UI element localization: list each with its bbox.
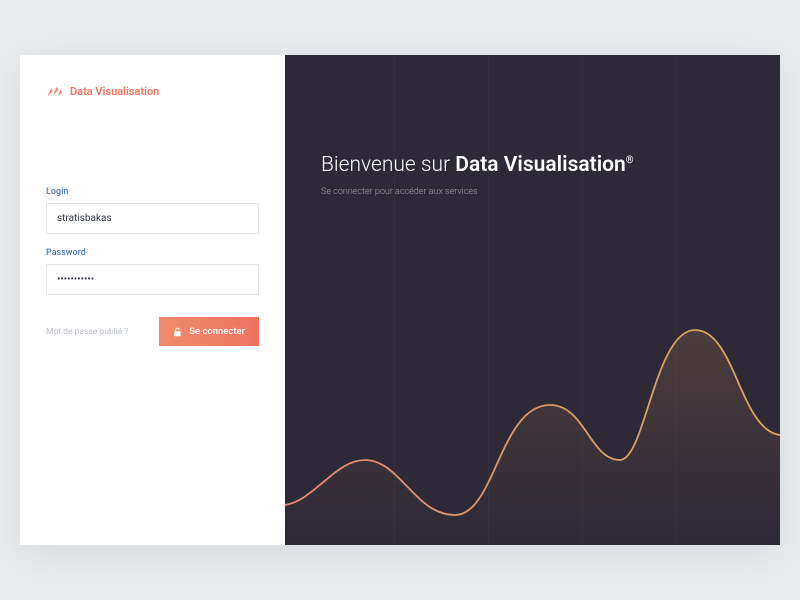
hero: Bienvenue sur Data Visualisation® Se con…	[285, 55, 780, 197]
forgot-password-link[interactable]: Mot de passe oublié ?	[46, 327, 128, 337]
login-field-group: Login	[46, 187, 259, 234]
hero-title: Bienvenue sur Data Visualisation®	[321, 153, 780, 177]
password-field-group: Password	[46, 248, 259, 295]
password-label: Password	[46, 248, 259, 258]
hero-title-prefix: Bienvenue sur	[321, 153, 455, 177]
hero-subtitle: Se connecter pour accéder aux services	[321, 187, 780, 197]
login-button[interactable]: Se connecter	[159, 317, 259, 346]
brand: Data Visualisation	[46, 83, 259, 99]
form-actions: Mot de passe oublié ? Se connecter	[46, 317, 259, 346]
login-panel: Data Visualisation Login Password Mot de…	[20, 55, 285, 545]
login-button-label: Se connecter	[189, 326, 245, 337]
brand-name: Data Visualisation	[70, 85, 159, 98]
login-label: Login	[46, 187, 259, 197]
password-input[interactable]	[46, 264, 259, 295]
hero-panel: Bienvenue sur Data Visualisation® Se con…	[285, 55, 780, 545]
hero-title-strong: Data Visualisation	[455, 153, 626, 177]
decorative-wave	[285, 265, 780, 545]
unlock-icon	[173, 327, 182, 337]
login-input[interactable]	[46, 203, 259, 234]
app-container: Data Visualisation Login Password Mot de…	[20, 55, 780, 545]
hero-title-suffix: ®	[626, 155, 634, 166]
brand-logo-icon	[46, 83, 62, 99]
